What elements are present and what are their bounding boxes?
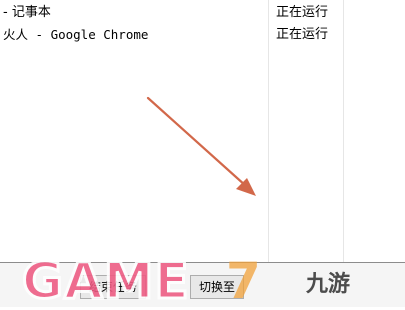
end-task-button[interactable]: 结束任务 [80,275,147,299]
bottom-bar: 结束任务 切换至 [0,262,405,307]
switch-to-button[interactable]: 切换至 [190,275,245,299]
annotation-arrow [146,96,256,196]
